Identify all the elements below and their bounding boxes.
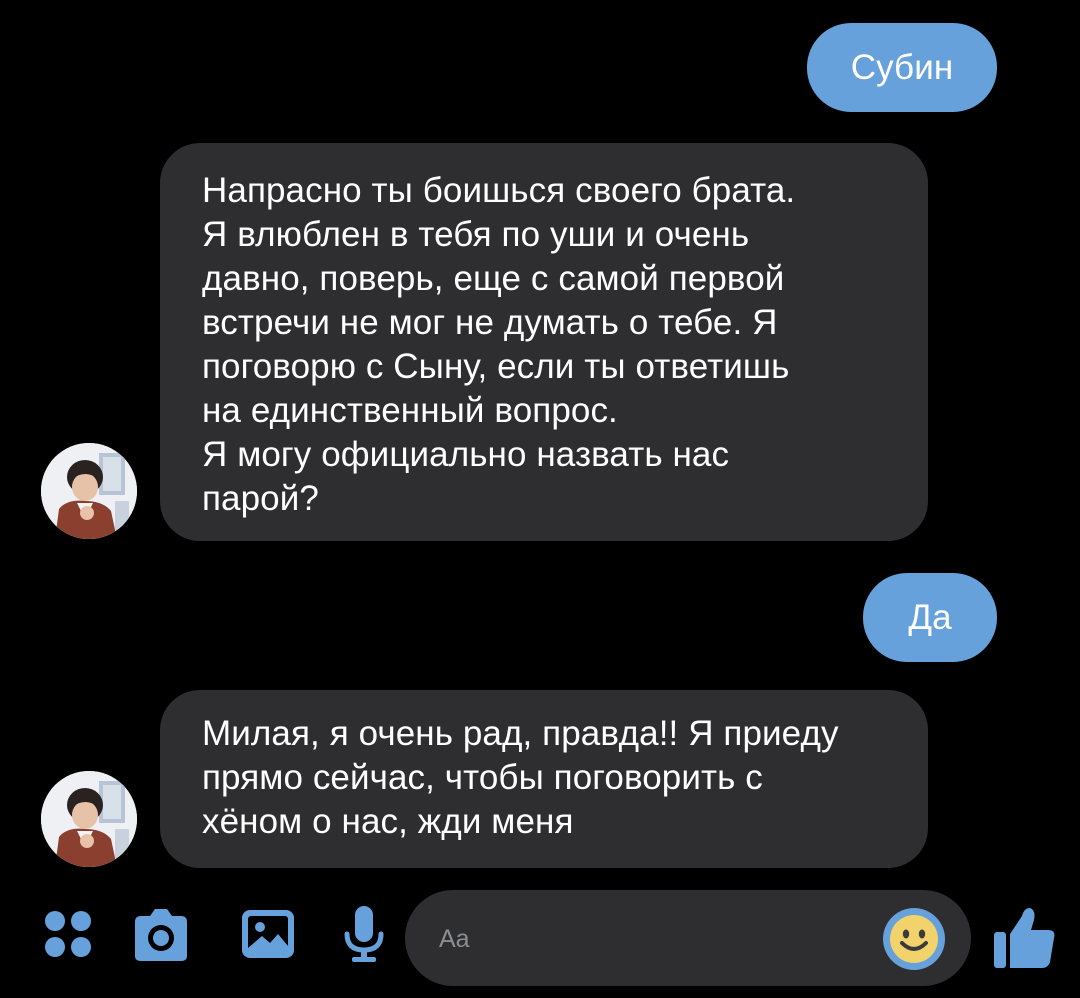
outgoing-message[interactable]: Да bbox=[863, 573, 997, 662]
gallery-icon[interactable] bbox=[238, 904, 298, 964]
message-input-box[interactable] bbox=[405, 890, 971, 986]
incoming-message[interactable]: Милая, я очень рад, правда!! Я приеду пр… bbox=[160, 690, 928, 868]
more-icon[interactable] bbox=[38, 904, 98, 964]
camera-icon[interactable] bbox=[131, 904, 191, 964]
message-composer bbox=[0, 882, 1080, 998]
outgoing-message[interactable]: Субин bbox=[807, 23, 997, 112]
contact-avatar[interactable] bbox=[41, 443, 137, 539]
message-input[interactable] bbox=[437, 914, 861, 964]
incoming-message[interactable]: Напрасно ты боишься своего брата. Я влюб… bbox=[160, 143, 928, 541]
contact-avatar[interactable] bbox=[41, 771, 137, 867]
thumbs-up-icon[interactable] bbox=[990, 902, 1055, 968]
microphone-icon[interactable] bbox=[334, 904, 394, 964]
emoji-icon[interactable] bbox=[880, 905, 948, 973]
